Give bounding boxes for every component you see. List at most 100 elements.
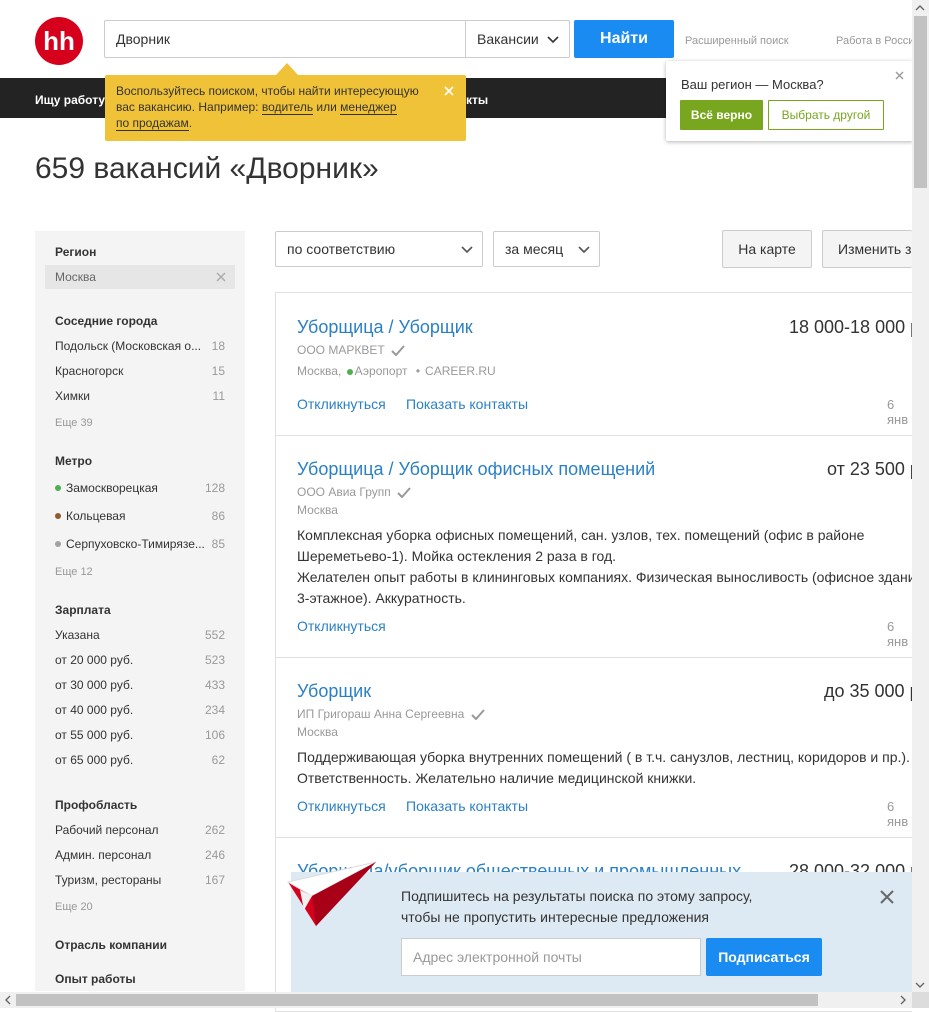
find-button[interactable]: Найти [574, 20, 674, 58]
filter-item[interactable]: Красногорск 15 [55, 364, 225, 378]
search-type-select[interactable]: Вакансии [466, 21, 570, 57]
tooltip-link-sales[interactable]: по продажам [116, 116, 189, 131]
hh-logo[interactable]: hh [35, 17, 83, 65]
vacancy-company[interactable]: ООО МАРКВЕТ [297, 343, 405, 357]
vacancy-company[interactable]: ООО Авиа Групп [297, 485, 411, 499]
filter-item[interactable]: Админ. персонал 246 [55, 848, 225, 862]
region-confirm-button[interactable]: Всё верно [680, 100, 763, 130]
filter-item[interactable]: Рабочий персонал 262 [55, 823, 225, 837]
filter-count: 262 [204, 823, 225, 837]
vacancy-title-link[interactable]: Уборщик [297, 681, 371, 702]
card-divider [276, 657, 913, 658]
show-contacts-link[interactable]: Показать контакты [406, 396, 528, 412]
tooltip-text: или [313, 100, 341, 114]
filter-item[interactable]: Указана 552 [55, 628, 225, 642]
filter-item[interactable]: Туризм, рестораны 167 [55, 873, 225, 887]
clear-icon[interactable] [216, 272, 226, 282]
verified-check-icon [397, 487, 411, 498]
respond-link[interactable]: Откликнуться [297, 798, 386, 814]
metro-line-dot [346, 369, 353, 375]
scroll-up-arrow-icon[interactable] [915, 4, 925, 11]
region-chip[interactable]: Москва [45, 265, 235, 289]
chevron-down-icon [578, 246, 590, 254]
filter-count: 18 [211, 339, 225, 353]
sort-select[interactable]: по соответствию [275, 231, 483, 267]
filter-label: Красногорск [55, 364, 124, 378]
filter-label: Замоскворецкая [66, 481, 158, 495]
close-icon[interactable] [444, 86, 454, 96]
tooltip-link-manager[interactable]: менеджер [340, 100, 397, 115]
filter-item[interactable]: Кольцевая 86 [55, 509, 225, 523]
scrollbar-corner [912, 992, 929, 1008]
filter-heading-metro: Метро [55, 454, 93, 468]
page-title: 659 вакансий «Дворник» [35, 152, 379, 185]
vacancy-title-link[interactable]: Уборщица / Уборщик [297, 317, 473, 338]
vacancy-title-link[interactable]: Уборщица / Уборщик офисных помещений [297, 459, 655, 480]
vacancy-date: 6 янв [887, 619, 909, 649]
respond-link[interactable]: Откликнуться [297, 396, 386, 412]
metro-line-dot [55, 541, 61, 547]
filter-item[interactable]: от 20 000 руб. 523 [55, 653, 225, 667]
horizontal-scrollbar-thumb[interactable] [16, 994, 818, 1006]
subscribe-button[interactable]: Подписаться [706, 938, 822, 976]
subscribe-email-input[interactable]: Адрес электронной почты [401, 938, 701, 976]
metro-line-dot [55, 485, 61, 491]
nav-item-job-search[interactable]: Ищу работу [35, 93, 105, 107]
vacancy-city: Москва, [297, 364, 342, 378]
vacancy-city: Москва [297, 503, 338, 517]
filter-item[interactable]: Замоскворецкая 128 [55, 481, 225, 495]
filter-item[interactable]: Подольск (Московская о... 18 [55, 339, 225, 353]
filter-count: 523 [204, 653, 225, 667]
vacancy-company[interactable]: ИП Григораш Анна Сергеевна [297, 707, 485, 721]
filter-label: Рабочий персонал [55, 823, 159, 837]
vertical-scrollbar-thumb[interactable] [914, 16, 927, 188]
separator: • [415, 364, 421, 378]
show-more-link[interactable]: Еще 20 [55, 901, 93, 913]
filter-count: 86 [211, 509, 225, 523]
vacancy-description: Комплексная уборка офисных помещений, са… [297, 525, 929, 609]
verified-check-icon [391, 345, 405, 356]
filter-item[interactable]: от 55 000 руб. 106 [55, 728, 225, 742]
scroll-left-arrow-icon[interactable] [4, 995, 11, 1005]
vacancy-date: 6 янв [887, 397, 909, 427]
period-select[interactable]: за месяц [493, 231, 600, 267]
search-box: Вакансии [104, 20, 570, 58]
respond-link[interactable]: Откликнуться [297, 618, 386, 634]
vacancy-source: CAREER.RU [425, 364, 496, 378]
map-button[interactable]: На карте [722, 230, 812, 268]
scroll-down-arrow-icon[interactable] [915, 982, 925, 989]
paper-plane-icon [286, 861, 377, 926]
scroll-right-arrow-icon[interactable] [900, 995, 907, 1005]
tooltip-text: . [188, 116, 193, 130]
close-icon[interactable] [880, 890, 894, 904]
show-more-link[interactable]: Еще 12 [55, 566, 93, 578]
region-chip-label: Москва [55, 270, 96, 284]
filter-item[interactable]: от 65 000 руб. 62 [55, 753, 225, 767]
region-question: Ваш регион — Москва? [681, 77, 824, 92]
company-name: ООО Авиа Групп [297, 485, 391, 499]
work-in-russia-link[interactable]: Работа в России [836, 35, 921, 47]
filter-count: 11 [212, 389, 225, 403]
filter-item[interactable]: от 40 000 руб. 234 [55, 703, 225, 717]
description-line: Желателен опыт работы в клининговых комп… [297, 569, 924, 585]
show-more-link[interactable]: Еще 39 [55, 417, 93, 429]
vacancy-description: Поддерживающая уборка внутренних помещен… [297, 747, 929, 789]
tooltip-link-driver[interactable]: водитель [261, 100, 314, 115]
search-input[interactable] [105, 21, 465, 57]
close-icon[interactable] [895, 71, 904, 80]
filter-label: Химки [55, 389, 90, 403]
advanced-search-link[interactable]: Расширенный поиск [685, 35, 789, 47]
search-hint-tooltip: Воспользуйтесь поиском, чтобы найти инте… [105, 75, 466, 141]
tooltip-line-1: Воспользуйтесь поиском, чтобы найти инте… [116, 84, 419, 98]
region-other-button[interactable]: Выбрать другой [768, 100, 884, 130]
filter-heading-salary: Зарплата [55, 603, 111, 617]
filter-label: Кольцевая [66, 509, 126, 523]
nav-item-partial[interactable]: кты [466, 93, 488, 107]
filter-count: 167 [204, 873, 225, 887]
filter-item[interactable]: Серпуховско-Тимирязе... 85 [55, 537, 225, 551]
show-contacts-link[interactable]: Показать контакты [406, 798, 528, 814]
filter-item[interactable]: Химки 11 [55, 389, 225, 403]
subscribe-text-line: Подпишитесь на результаты поиска по этом… [401, 888, 753, 904]
filter-item[interactable]: от 30 000 руб. 433 [55, 678, 225, 692]
change-query-button[interactable]: Изменить запрос [822, 230, 912, 268]
